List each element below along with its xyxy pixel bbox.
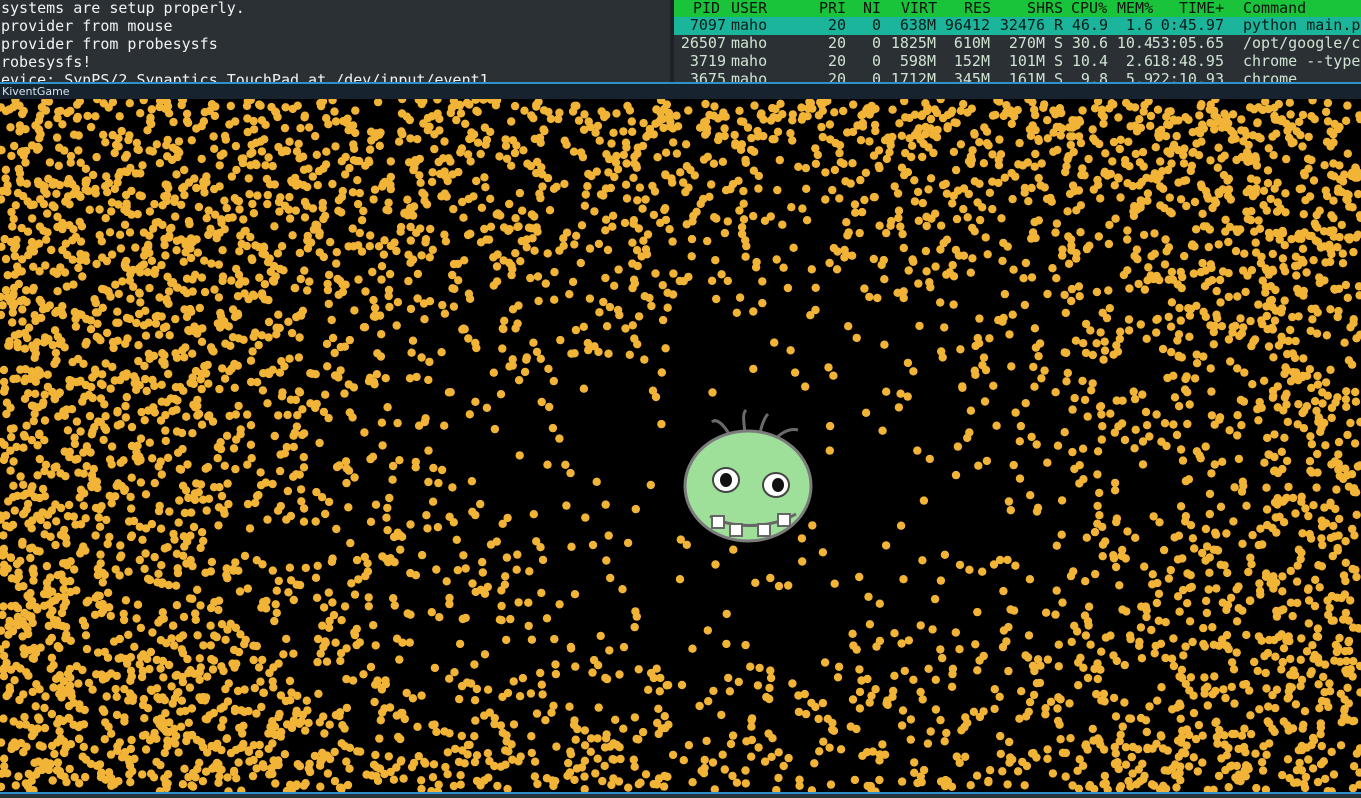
process-pid: 3719: [689, 52, 726, 70]
col-res[interactable]: RES: [964, 0, 991, 17]
col-ni[interactable]: NI: [863, 0, 881, 17]
status-strip: [0, 792, 1361, 798]
htop-column-header: PID USER PRI NI VIRT RES SHR S CPU% MEM%…: [674, 0, 1361, 17]
process-user: maho: [731, 70, 768, 83]
process-mem: 1.6: [1125, 16, 1153, 34]
col-mem[interactable]: MEM%: [1117, 0, 1153, 17]
process-virt: 1712M: [890, 70, 936, 83]
process-ni: 0: [871, 70, 881, 83]
process-command: chrome --type: [1243, 52, 1361, 70]
col-state[interactable]: S: [1054, 0, 1063, 17]
process-cpu: 9.8: [1080, 70, 1108, 83]
process-res: 610M: [953, 34, 990, 52]
window-title: KiventGame: [2, 85, 70, 98]
process-mem: 10.4: [1116, 34, 1153, 52]
col-pri[interactable]: PRI: [819, 0, 846, 17]
process-s: S: [1054, 70, 1064, 83]
process-shr: 32476: [999, 16, 1045, 34]
process-row[interactable]: 26507 maho 20 0 1825M 610M 270M S 30.6 10.4 53:05.…: [674, 35, 1361, 53]
process-user: maho: [731, 52, 768, 70]
process-time: 18:48.95: [1151, 52, 1224, 70]
terminal-line: robesysfs!: [1, 53, 92, 71]
process-pri: 20: [827, 52, 846, 70]
terminal-line: systems are setup properly.: [1, 0, 245, 17]
game-canvas[interactable]: [0, 99, 1361, 792]
process-mem: 2.6: [1125, 52, 1153, 70]
process-cpu: 10.4: [1071, 52, 1108, 70]
process-cpu: 46.9: [1071, 16, 1108, 34]
process-shr: 161M: [1008, 70, 1045, 83]
process-user: maho: [731, 16, 768, 34]
process-virt: 1825M: [890, 34, 936, 52]
process-cpu: 30.6: [1071, 34, 1108, 52]
process-virt: 638M: [899, 16, 936, 34]
process-pid: 7097: [689, 16, 726, 34]
process-user: maho: [731, 34, 768, 52]
process-pid: 3675: [689, 70, 726, 83]
col-shr[interactable]: SHR: [1027, 0, 1054, 17]
col-time[interactable]: TIME+: [1179, 0, 1224, 17]
process-mem: 5.9: [1125, 70, 1153, 83]
process-command: python main.p: [1243, 16, 1361, 34]
process-ni: 0: [871, 34, 881, 52]
htop-pane[interactable]: PID USER PRI NI VIRT RES SHR S CPU% MEM%…: [674, 0, 1361, 82]
process-s: S: [1054, 34, 1064, 52]
terminal-line: provider from mouse: [1, 17, 173, 35]
process-command: /opt/google/c: [1243, 34, 1361, 52]
process-time: 22:10.93: [1151, 70, 1224, 83]
process-res: 345M: [953, 70, 990, 83]
process-row[interactable]: 3719 maho 20 0 598M 152M 101M S 10.4 2.6 18:48.95 c…: [674, 53, 1361, 71]
process-virt: 598M: [899, 52, 936, 70]
process-s: R: [1054, 16, 1064, 34]
col-virt[interactable]: VIRT: [901, 0, 937, 17]
process-ni: 0: [871, 16, 881, 34]
terminal-line: evice: SynPS/2 Synaptics TouchPad at /de…: [1, 71, 489, 82]
process-pri: 20: [827, 70, 846, 83]
process-time: 0:45.97: [1160, 16, 1224, 34]
process-pid: 26507: [680, 34, 726, 52]
process-shr: 270M: [1008, 34, 1045, 52]
col-cpu[interactable]: CPU%: [1071, 0, 1107, 17]
particle-field: [0, 99, 1361, 792]
process-pri: 20: [827, 34, 846, 52]
process-command: chrome: [1243, 70, 1298, 83]
process-shr: 101M: [1008, 52, 1045, 70]
process-time: 53:05.65: [1151, 34, 1224, 52]
process-res: 152M: [953, 52, 990, 70]
process-row[interactable]: 3675 maho 20 0 1712M 345M 161M S 9.8 5.9 22:10.93 c…: [674, 70, 1361, 83]
col-user[interactable]: USER: [731, 0, 767, 17]
game-window-titlebar[interactable]: KiventGame: [0, 84, 1361, 99]
process-res: 96412: [944, 16, 990, 34]
col-command[interactable]: Command: [1243, 0, 1306, 17]
process-s: S: [1054, 52, 1064, 70]
green-monster-face-icon[interactable]: [683, 408, 813, 543]
terminal-line: provider from probesysfs: [1, 35, 218, 53]
process-ni: 0: [871, 52, 881, 70]
process-pri: 20: [827, 16, 846, 34]
terminal-left-pane[interactable]: systems are setup properly. provider fro…: [0, 0, 670, 82]
process-row[interactable]: 7097 maho 20 0 638M 96412 32476 R 46.9 1.6 0:45.97…: [674, 17, 1361, 35]
col-pid[interactable]: PID: [693, 0, 720, 17]
